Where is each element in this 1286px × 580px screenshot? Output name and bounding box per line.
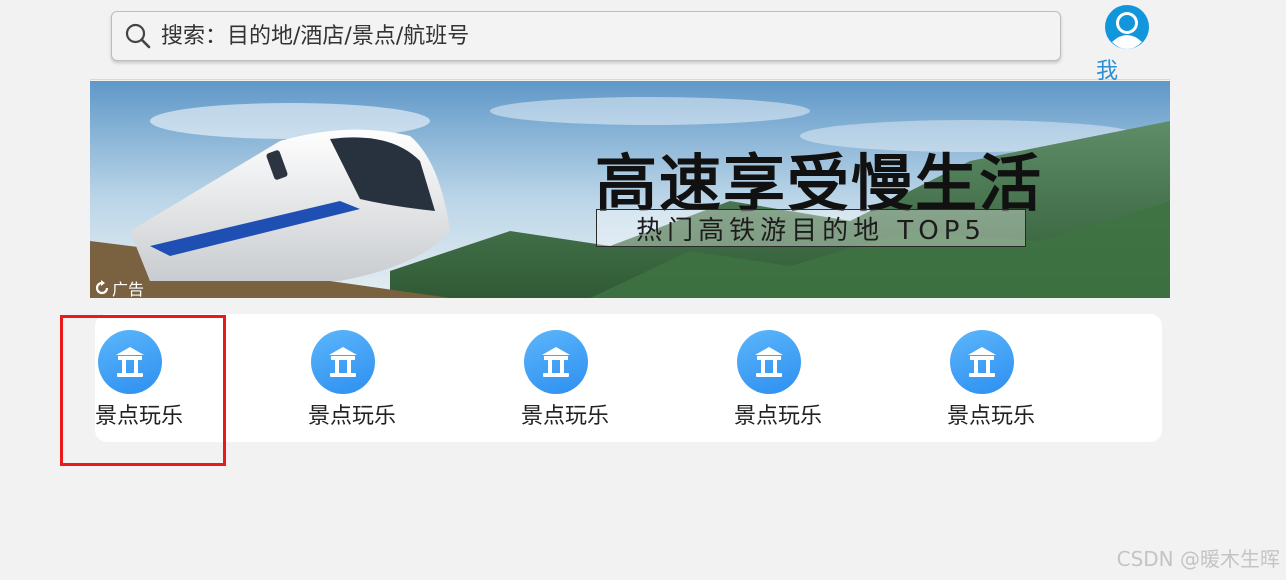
header: 我 的 — [90, 0, 1170, 116]
category-item[interactable]: 景点玩乐 — [308, 330, 418, 430]
mine-button[interactable]: 我 的 — [1096, 4, 1158, 116]
gate-icon — [737, 330, 801, 394]
category-label: 景点玩乐 — [947, 404, 1036, 429]
ad-tag: 广告 — [94, 276, 144, 298]
category-label: 景点玩乐 — [521, 404, 610, 429]
user-avatar-icon — [1104, 4, 1150, 50]
banner-subtitle-box: 热门高铁游目的地 TOP5 — [596, 209, 1026, 247]
gate-icon — [311, 330, 375, 394]
category-label: 景点玩乐 — [308, 404, 397, 429]
category-item[interactable]: 景点玩乐 — [734, 330, 844, 430]
watermark: CSDN @暖木生晖 — [1116, 547, 1280, 571]
refresh-icon — [94, 280, 110, 296]
page: 我 的 — [0, 0, 1286, 580]
category-item[interactable]: 景点玩乐 — [947, 330, 1057, 430]
banner-ad[interactable]: 高速享受慢生活 热门高铁游目的地 TOP5 广告 — [90, 81, 1170, 298]
search-icon — [123, 21, 153, 51]
search-box[interactable] — [111, 11, 1061, 61]
category-label: 景点玩乐 — [734, 404, 823, 429]
gate-icon — [524, 330, 588, 394]
category-item[interactable]: 景点玩乐 — [521, 330, 631, 430]
ad-label: 广告 — [112, 280, 145, 298]
search-input[interactable] — [161, 23, 1060, 49]
category-card: 景点玩乐 景点玩乐 景点玩乐 景点玩乐 景点玩乐 — [95, 314, 1162, 442]
highlight-frame — [60, 315, 226, 466]
gate-icon — [950, 330, 1014, 394]
banner-subtitle: 热门高铁游目的地 TOP5 — [636, 215, 986, 246]
